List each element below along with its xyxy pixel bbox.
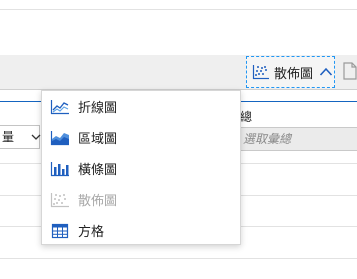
menu-item-scatter-chart: 散佈圖 (42, 184, 240, 215)
menu-item-label: 散佈圖 (78, 194, 118, 209)
chart-type-button[interactable]: 散佈圖 (246, 56, 335, 88)
line-chart-icon (50, 99, 69, 114)
chart-type-menu: 折線圖 區域圖 橫條圖 散佈圖 方格 (41, 90, 241, 245)
menu-item-label: 折線圖 (78, 101, 118, 116)
menu-item-line-chart[interactable]: 折線圖 (42, 91, 240, 122)
menu-item-label: 橫條圖 (78, 163, 118, 178)
menu-item-label: 區域圖 (78, 132, 118, 147)
divider (0, 9, 357, 10)
document-icon[interactable] (343, 62, 357, 80)
summary-label: 總 (240, 110, 253, 124)
divider (0, 258, 357, 259)
summary-input[interactable]: 選取彙總 (238, 127, 357, 151)
chart-type-label: 散佈圖 (274, 66, 314, 82)
scatter-chart-icon (50, 192, 69, 207)
bar-chart-icon (50, 161, 69, 176)
chevron-up-icon (319, 67, 333, 76)
chevron-down-icon (31, 134, 41, 140)
area-chart-icon (50, 130, 69, 145)
scatter-chart-icon (252, 65, 269, 80)
menu-item-area-chart[interactable]: 區域圖 (42, 122, 240, 153)
menu-item-bar-chart[interactable]: 橫條圖 (42, 153, 240, 184)
grid-icon (51, 223, 69, 238)
menu-item-grid[interactable]: 方格 (42, 215, 240, 246)
menu-item-label: 方格 (78, 225, 105, 240)
